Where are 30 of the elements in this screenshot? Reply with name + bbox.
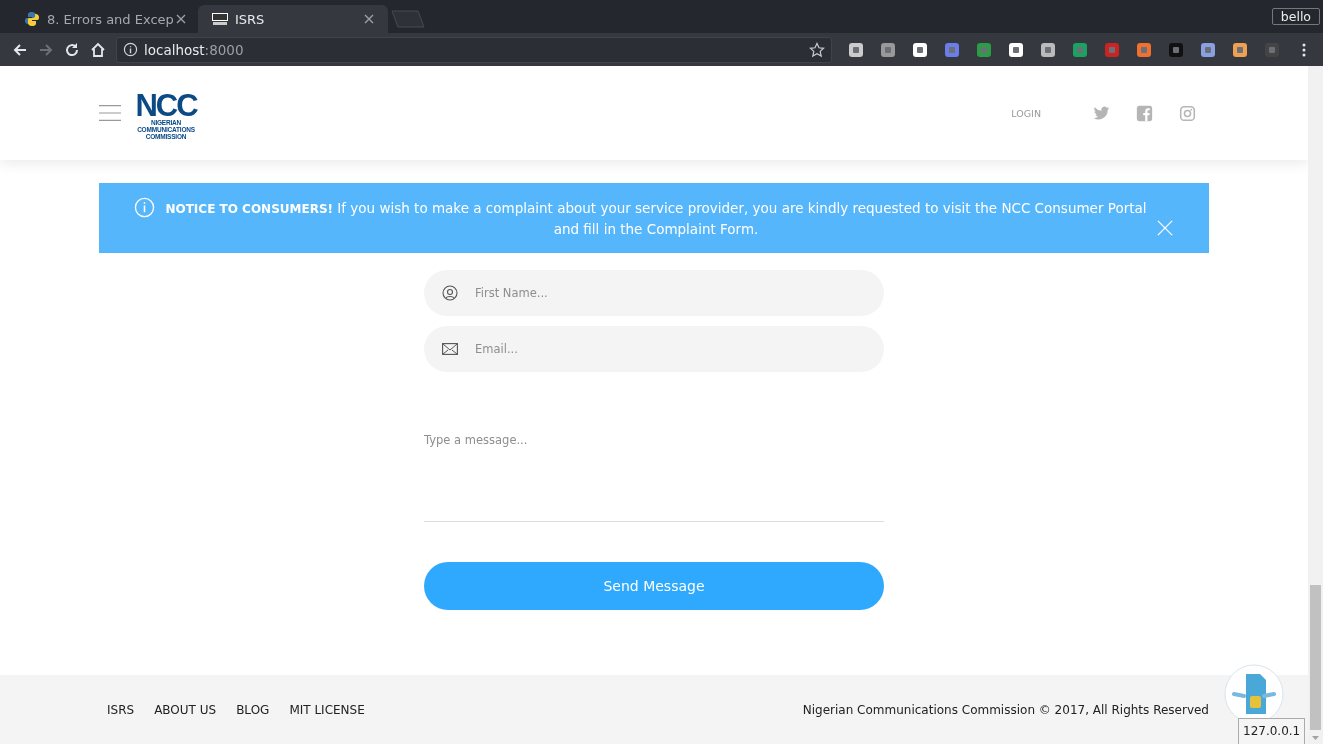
browser-tab[interactable]: ISRS bbox=[198, 5, 388, 33]
notice-text: NOTICE TO CONSUMERS! If you wish to make a complaint about your service provider, you are kindly requested to visit the NCC Consumer Portal and fill in the Complaint Form. bbox=[165, 198, 1147, 239]
profile-button[interactable]: bello bbox=[1271, 8, 1320, 25]
close-icon[interactable] bbox=[364, 14, 374, 24]
python-icon bbox=[24, 11, 40, 27]
input-field[interactable]: Email... bbox=[424, 326, 884, 372]
footer-link[interactable]: BLOG bbox=[236, 702, 270, 717]
info-icon[interactable] bbox=[123, 42, 138, 57]
extension-icon[interactable] bbox=[1232, 41, 1248, 58]
forward-icon[interactable] bbox=[38, 41, 54, 58]
back-icon[interactable] bbox=[12, 41, 28, 58]
footer-link[interactable]: ISRS bbox=[107, 702, 135, 717]
extension-icon[interactable] bbox=[848, 41, 864, 58]
input-field[interactable]: First Name... bbox=[424, 270, 884, 316]
close-icon[interactable] bbox=[176, 14, 186, 24]
logo-icon bbox=[212, 11, 228, 27]
bookmark-star-icon[interactable] bbox=[809, 41, 825, 58]
footer-link[interactable]: ABOUT US bbox=[154, 702, 217, 717]
extension-icon[interactable] bbox=[1040, 41, 1056, 58]
browser-tab[interactable]: 8. Errors and Excep bbox=[10, 5, 200, 33]
footer-link[interactable]: MIT LICENSE bbox=[289, 702, 365, 717]
extension-icon[interactable] bbox=[1008, 41, 1024, 58]
info-icon bbox=[134, 197, 155, 218]
home-icon[interactable] bbox=[90, 41, 106, 58]
extension-icon[interactable] bbox=[912, 41, 928, 58]
copyright-text: Nigerian Communications Commission © 2017, All Rights Reserved bbox=[802, 702, 1209, 717]
reload-icon[interactable] bbox=[64, 41, 80, 58]
status-url-tooltip: 127.0.0.1 bbox=[1238, 718, 1306, 744]
scrollbar[interactable] bbox=[1308, 66, 1323, 744]
address-bar[interactable]: localhost:8000 bbox=[116, 36, 832, 63]
